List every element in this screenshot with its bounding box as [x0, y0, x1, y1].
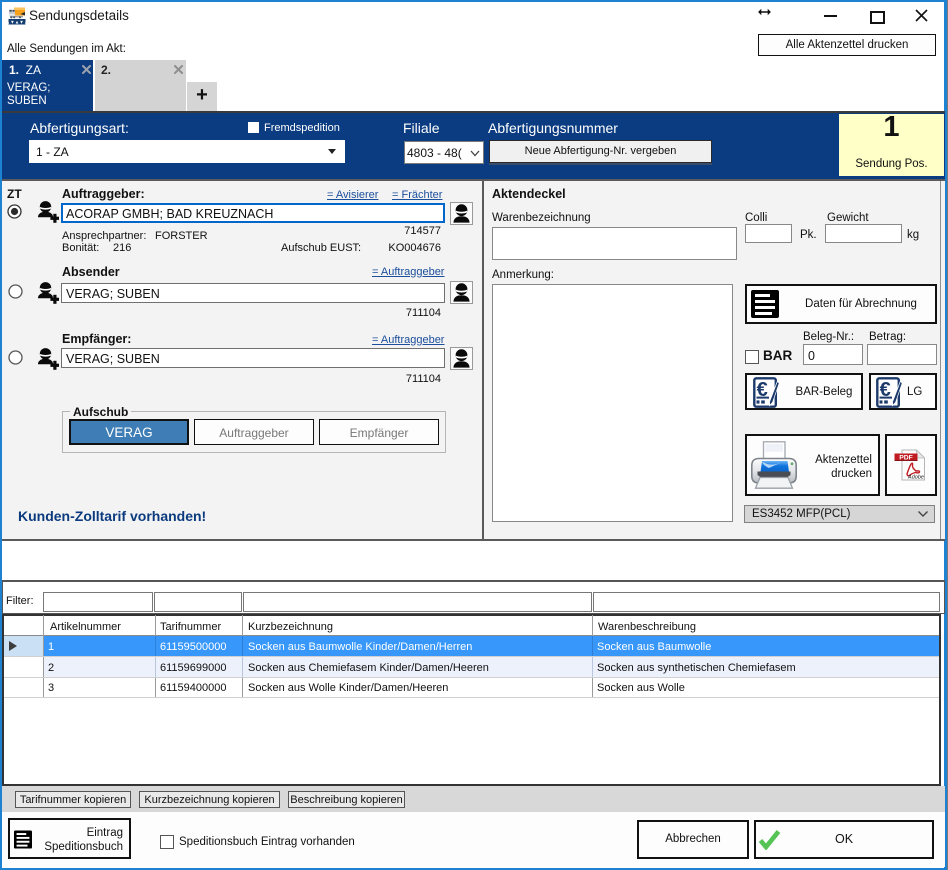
svg-text:PDF: PDF [899, 455, 913, 462]
svg-text:Adobe: Adobe [907, 475, 924, 481]
svg-text:▲▼▲▼▲: ▲▼▲▼▲ [8, 20, 26, 25]
